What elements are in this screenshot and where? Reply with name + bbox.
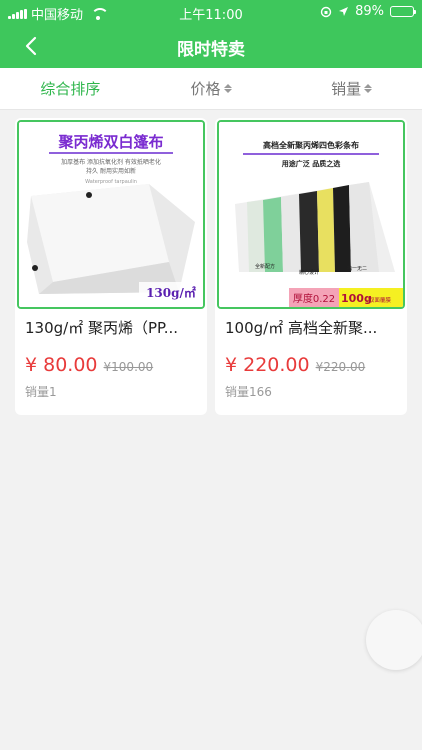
product-name: 100g/㎡ 高档全新聚... (225, 319, 378, 337)
image-slogan: 用途广泛 品质之选 (282, 159, 340, 168)
location-icon (339, 7, 349, 16)
sort-sales[interactable]: 销量 (281, 68, 422, 109)
product-image: 高档全新聚丙烯四色彩条布 用途广泛 品质之选 全新配方 精心设计 独一无二 厚度… (217, 120, 405, 309)
image-caption: 精心设计 (299, 269, 319, 276)
image-title: 聚丙烯双白篷布 (57, 133, 163, 151)
original-price: ¥100.00 (103, 360, 154, 374)
image-badge: 130g/㎡ (146, 285, 196, 300)
product-price: ¥ 220.00 (225, 354, 310, 376)
nav-bar: 限时特卖 (0, 24, 422, 68)
orientation-lock-icon (320, 6, 332, 17)
page-title: 限时特卖 (177, 40, 245, 60)
image-caption: 独一无二 (347, 265, 367, 272)
product-card[interactable]: 聚丙烯双白篷布 加厚基布 添加抗氧化剂 有效抵晒老化 持久 耐用实用如新 Wat… (15, 118, 207, 415)
battery-icon (390, 6, 416, 17)
sort-comprehensive[interactable]: 综合排序 (0, 68, 141, 109)
product-card[interactable]: 高档全新聚丙烯四色彩条布 用途广泛 品质之选 全新配方 精心设计 独一无二 厚度… (215, 118, 407, 415)
product-price: ¥ 80.00 (25, 354, 98, 376)
status-bar: 中国移动 上午11:00 89% (0, 0, 422, 24)
sort-arrows-icon (223, 84, 232, 93)
image-line-1: 加厚基布 添加抗氧化剂 有效抵晒老化 (61, 158, 161, 166)
sort-arrows-icon (364, 84, 373, 93)
sort-price-label: 价格 (190, 80, 221, 98)
sort-sales-label: 销量 (331, 80, 362, 98)
price-row: ¥ 80.00 ¥100.00 (25, 354, 153, 376)
tarpaulin-white-illustration: 聚丙烯双白篷布 加厚基布 添加抗氧化剂 有效抵晒老化 持久 耐用实用如新 Wat… (19, 122, 203, 307)
battery-percent: 89% (355, 4, 384, 19)
image-badge-thickness: 厚度0.22 (293, 292, 335, 305)
product-sales: 销量166 (225, 385, 272, 399)
image-english: Waterproof tarpaulin (85, 179, 137, 185)
image-badge-weight-note: /双面覆膜 (367, 296, 391, 304)
image-line-2: 持久 耐用实用如新 (86, 167, 136, 175)
sort-price[interactable]: 价格 (141, 68, 282, 109)
product-sales: 销量1 (25, 385, 57, 399)
product-image: 聚丙烯双白篷布 加厚基布 添加抗氧化剂 有效抵晒老化 持久 耐用实用如新 Wat… (17, 120, 205, 309)
product-name: 130g/㎡ 聚丙烯（PP... (25, 319, 179, 337)
price-row: ¥ 220.00 ¥220.00 (225, 354, 365, 376)
sort-bar: 综合排序 价格 销量 (0, 68, 422, 110)
original-price: ¥220.00 (315, 360, 366, 374)
image-title: 高档全新聚丙烯四色彩条布 (263, 140, 359, 150)
striped-tarpaulin-illustration: 高档全新聚丙烯四色彩条布 用途广泛 品质之选 全新配方 精心设计 独一无二 厚度… (219, 122, 403, 307)
floating-button[interactable] (366, 610, 422, 670)
status-right: 89% (320, 4, 416, 19)
sort-comprehensive-label: 综合排序 (40, 80, 101, 98)
image-caption: 全新配方 (255, 263, 275, 270)
